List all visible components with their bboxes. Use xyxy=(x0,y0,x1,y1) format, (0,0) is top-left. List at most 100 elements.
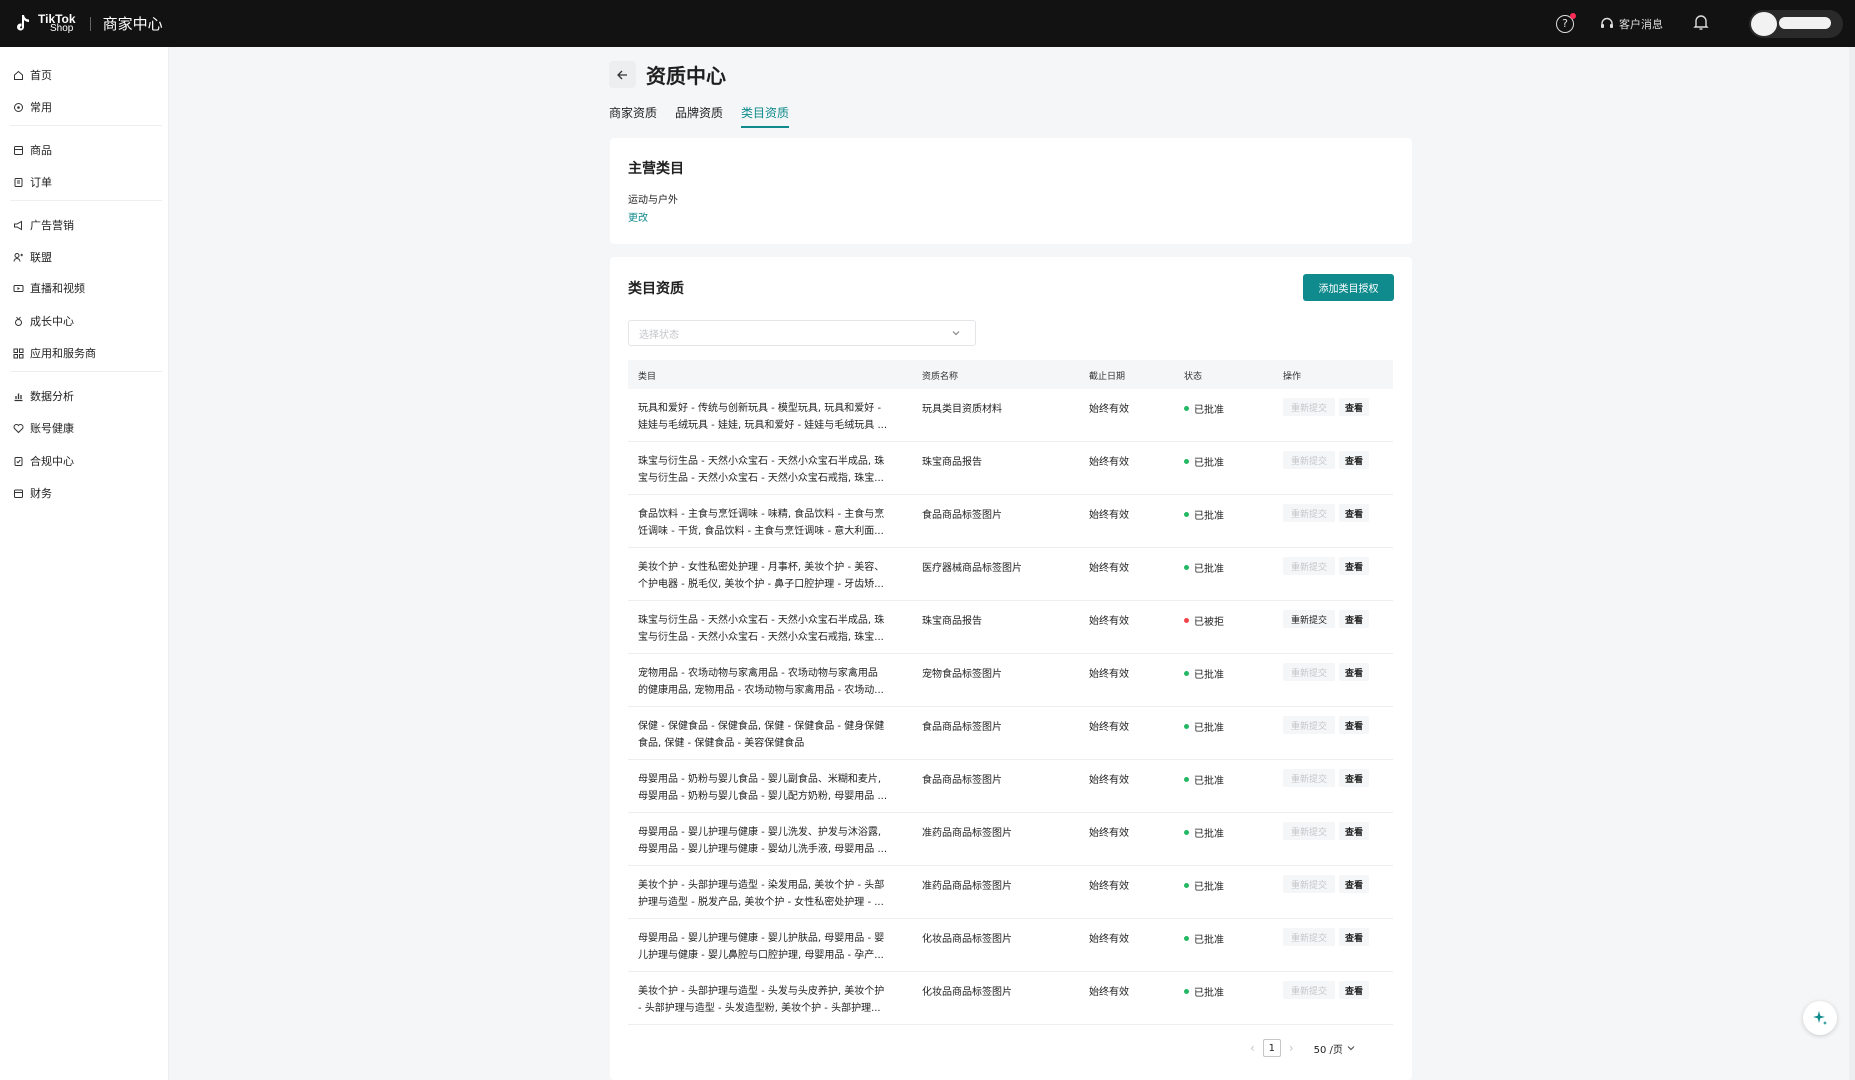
qualification-name: 玩具类目资质材料 xyxy=(922,404,1002,415)
resubmit-button[interactable]: 重新提交 xyxy=(1283,716,1335,734)
sidebar-item-11[interactable]: 账号健康 xyxy=(13,420,74,436)
category-cell: 玩具和爱好 - 传统与创新玩具 - 模型玩具, 玩具和爱好 - 娃娃与毛绒玩具 -… xyxy=(638,400,906,434)
col-category: 类目 xyxy=(638,372,657,382)
status-dot xyxy=(1184,777,1189,782)
expiry-date: 始终有效 xyxy=(1089,828,1129,839)
qualification-name: 化妆品商品标签图片 xyxy=(922,987,1012,998)
table-row: 母婴用品 - 婴儿护理与健康 - 婴儿护肤品, 母婴用品 - 婴儿护理与健康 -… xyxy=(628,919,1393,972)
sidebar: 首页常用商品订单广告营销联盟直播和视频成长中心应用和服务商 数据分析账号健康合规中… xyxy=(0,47,169,1080)
status-badge: 已批准 xyxy=(1184,666,1224,681)
resubmit-button[interactable]: 重新提交 xyxy=(1283,610,1335,628)
status-dot xyxy=(1184,406,1189,411)
logo-line2: Shop xyxy=(50,22,74,34)
status-text: 已批准 xyxy=(1194,564,1224,575)
status-badge: 已批准 xyxy=(1184,931,1224,946)
tiktok-shop-logo[interactable]: TikTok Shop 商家中心 xyxy=(12,12,163,36)
sidebar-item-4[interactable]: 订单 xyxy=(13,174,52,190)
tab-merchant[interactable]: 商家资质 xyxy=(609,104,657,128)
view-button[interactable]: 查看 xyxy=(1339,504,1369,522)
sidebar-item-12[interactable]: 合规中心 xyxy=(13,453,74,469)
qualification-name: 准药品商品标签图片 xyxy=(922,881,1012,892)
view-button[interactable]: 查看 xyxy=(1339,557,1369,575)
sidebar-divider xyxy=(10,371,162,372)
sidebar-item-label: 首页 xyxy=(30,69,52,82)
sidebar-item-1[interactable]: 首页 xyxy=(13,67,52,83)
view-button[interactable]: 查看 xyxy=(1339,822,1369,840)
resubmit-button[interactable]: 重新提交 xyxy=(1283,398,1335,416)
resubmit-button[interactable]: 重新提交 xyxy=(1283,822,1335,840)
sparkle-icon xyxy=(1813,1011,1827,1025)
expiry-date: 始终有效 xyxy=(1089,404,1129,415)
view-button[interactable]: 查看 xyxy=(1339,769,1369,787)
sidebar-item-13[interactable]: 财务 xyxy=(13,485,52,501)
scrollbar[interactable] xyxy=(1849,47,1855,1080)
expiry-date: 始终有效 xyxy=(1089,881,1129,892)
category-line-1: 珠宝与衍生品 - 天然小众宝石 - 天然小众宝石半成品, 珠 xyxy=(638,456,885,467)
page-size-select[interactable]: 50 /页 xyxy=(1314,1041,1356,1056)
status-filter-select[interactable]: 选择状态 xyxy=(628,320,976,346)
resubmit-button[interactable]: 重新提交 xyxy=(1283,557,1335,575)
resubmit-button[interactable]: 重新提交 xyxy=(1283,451,1335,469)
expiry-date: 始终有效 xyxy=(1089,510,1129,521)
table-row: 宠物用品 - 农场动物与家禽用品 - 农场动物与家禽用品 的健康用品, 宠物用品 … xyxy=(628,654,1393,707)
view-button[interactable]: 查看 xyxy=(1339,398,1369,416)
page-number[interactable]: 1 xyxy=(1262,1039,1281,1057)
view-button[interactable]: 查看 xyxy=(1339,610,1369,628)
add-category-auth-button[interactable]: 添加类目授权 xyxy=(1303,274,1394,301)
prev-page-icon[interactable]: ‹ xyxy=(1250,1041,1255,1055)
sidebar-item-9[interactable]: 应用和服务商 xyxy=(13,345,96,361)
sidebar-item-2[interactable]: 常用 xyxy=(13,99,52,115)
star-icon xyxy=(13,102,24,113)
category-line-2: 护理与造型 - 脱发产品, 美妆个护 - 女性私密处护理 - ... xyxy=(638,897,884,908)
tab-category[interactable]: 类目资质 xyxy=(741,104,790,128)
chart-icon xyxy=(13,391,24,402)
headset-icon xyxy=(1601,17,1613,28)
category-line-1: 母婴用品 - 婴儿护理与健康 - 婴儿护肤品, 母婴用品 - 婴 xyxy=(638,933,885,944)
customer-message-button[interactable]: 客户消息 xyxy=(1600,16,1663,32)
sidebar-item-5[interactable]: 广告营销 xyxy=(13,217,74,233)
ai-assistant-button[interactable] xyxy=(1803,1001,1837,1035)
next-page-icon[interactable]: › xyxy=(1289,1041,1294,1055)
main-category-card: 主营类目 运动与户外 更改 xyxy=(610,138,1412,244)
resubmit-button[interactable]: 重新提交 xyxy=(1283,504,1335,522)
status-badge: 已批准 xyxy=(1184,984,1224,999)
sidebar-item-6[interactable]: 联盟 xyxy=(13,249,52,265)
tab-brand[interactable]: 品牌资质 xyxy=(675,104,723,128)
page-size-label: 50 /页 xyxy=(1313,1044,1343,1056)
back-button[interactable] xyxy=(609,61,636,88)
view-button[interactable]: 查看 xyxy=(1339,716,1369,734)
view-button[interactable]: 查看 xyxy=(1339,875,1369,893)
resubmit-button[interactable]: 重新提交 xyxy=(1283,875,1335,893)
view-button[interactable]: 查看 xyxy=(1339,663,1369,681)
view-button[interactable]: 查看 xyxy=(1339,451,1369,469)
col-status: 状态 xyxy=(1184,372,1203,382)
sidebar-item-3[interactable]: 商品 xyxy=(13,142,52,158)
edit-link[interactable]: 更改 xyxy=(628,209,648,224)
resubmit-button[interactable]: 重新提交 xyxy=(1283,769,1335,787)
category-line-1: 玩具和爱好 - 传统与创新玩具 - 模型玩具, 玩具和爱好 - xyxy=(638,403,882,414)
view-button[interactable]: 查看 xyxy=(1339,928,1369,946)
table-row: 美妆个护 - 头部护理与造型 - 头发与头皮养护, 美妆个护 - 头部护理与造型 … xyxy=(628,972,1393,1025)
status-badge: 已批准 xyxy=(1184,401,1224,416)
view-button[interactable]: 查看 xyxy=(1339,981,1369,999)
status-text: 已批准 xyxy=(1194,458,1224,469)
status-text: 已批准 xyxy=(1194,829,1224,840)
qualification-heading: 类目资质 xyxy=(628,281,684,297)
help-icon[interactable]: ? xyxy=(1556,12,1576,33)
pagination: ‹ 1 › 50 /页 xyxy=(1250,1039,1356,1057)
sidebar-item-7[interactable]: 直播和视频 xyxy=(13,280,85,296)
account-avatar[interactable] xyxy=(1749,9,1843,38)
status-dot xyxy=(1184,565,1189,570)
resubmit-button[interactable]: 重新提交 xyxy=(1283,928,1335,946)
sidebar-item-8[interactable]: 成长中心 xyxy=(13,313,74,329)
resubmit-button[interactable]: 重新提交 xyxy=(1283,981,1335,999)
status-filter-placeholder: 选择状态 xyxy=(639,329,679,341)
sidebar-item-10[interactable]: 数据分析 xyxy=(13,388,74,404)
bell-icon[interactable] xyxy=(1693,14,1709,34)
category-line-1: 食品饮料 - 主食与烹饪调味 - 味精, 食品饮料 - 主食与烹 xyxy=(638,509,885,520)
qualification-name: 准药品商品标签图片 xyxy=(922,828,1012,839)
status-dot xyxy=(1184,618,1189,623)
qualification-name: 珠宝商品报告 xyxy=(922,457,982,468)
resubmit-button[interactable]: 重新提交 xyxy=(1283,663,1335,681)
product-icon xyxy=(13,145,24,156)
